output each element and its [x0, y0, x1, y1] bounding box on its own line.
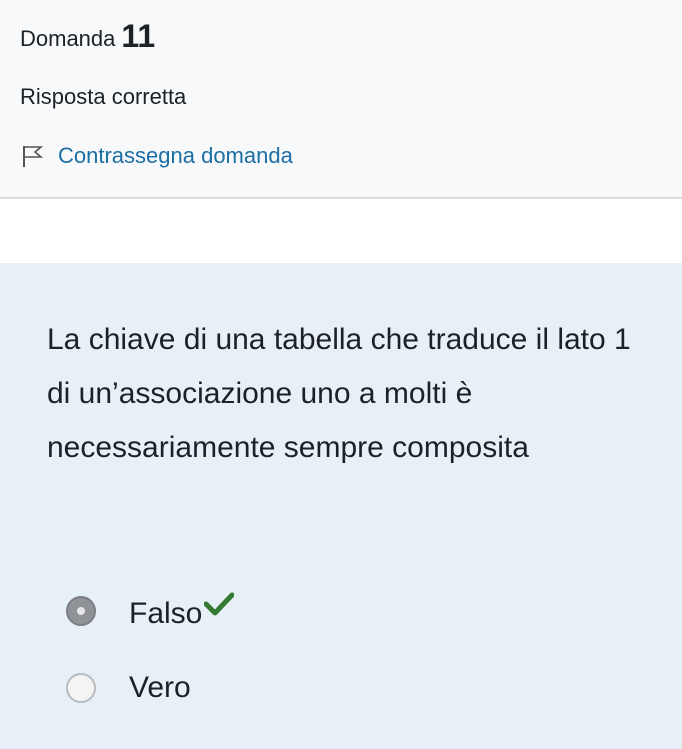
question-number-value: 11: [121, 18, 156, 54]
answer-radio-falso[interactable]: [66, 596, 96, 626]
flag-question-button[interactable]: Contrassegna domanda: [20, 143, 293, 169]
answer-label-falso: Falso: [129, 591, 235, 631]
answer-radio-vero[interactable]: [66, 673, 96, 703]
check-icon: [203, 591, 235, 617]
question-label: Domanda: [20, 26, 116, 51]
flag-question-label: Contrassegna domanda: [58, 143, 293, 168]
flag-icon: [20, 143, 46, 169]
answer-label-text: Falso: [129, 597, 203, 630]
question-text: La chiave di una tabella che traduce il …: [47, 323, 631, 464]
question-number: Domanda 11: [20, 18, 155, 55]
answer-option-falso[interactable]: Falso: [66, 591, 235, 631]
quiz-page: Domanda 11 Risposta corretta Contrassegna…: [0, 0, 682, 749]
question-content-panel: La chiave di una tabella che traduce il …: [0, 263, 682, 749]
question-state: Risposta corretta: [20, 84, 187, 109]
answer-option-vero[interactable]: Vero: [66, 671, 191, 705]
question-info-panel: Domanda 11 Risposta corretta Contrassegna…: [0, 0, 682, 199]
answer-label-vero: Vero: [129, 671, 191, 704]
